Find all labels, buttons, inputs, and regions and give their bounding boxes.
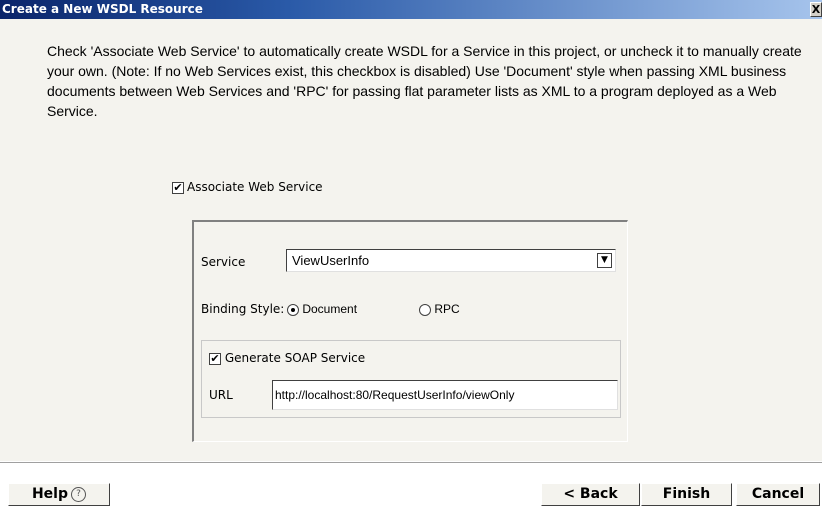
finish-button[interactable]: Finish xyxy=(641,483,732,506)
button-bar-separator xyxy=(0,462,822,463)
soap-group: ✔ Generate SOAP Service URL http://local… xyxy=(201,340,621,418)
generate-soap-label: Generate SOAP Service xyxy=(224,351,366,365)
generate-soap-checkbox[interactable]: ✔ Generate SOAP Service xyxy=(209,351,365,365)
dialog-body: Check 'Associate Web Service' to automat… xyxy=(0,19,822,461)
associate-web-service-label: Associate Web Service xyxy=(187,180,323,194)
back-button[interactable]: < Back xyxy=(541,483,640,506)
cancel-button[interactable]: Cancel xyxy=(736,483,820,506)
url-input[interactable]: http://localhost:80/RequestUserInfo/view… xyxy=(272,380,618,410)
associate-web-service-checkbox[interactable]: ✔ Associate Web Service xyxy=(172,180,323,194)
service-select[interactable]: ViewUserInfo ▼ xyxy=(286,249,616,272)
url-input-value: http://localhost:80/RequestUserInfo/view… xyxy=(275,388,515,402)
window-title: Create a New WSDL Resource xyxy=(2,2,203,16)
instructions-text: Check 'Associate Web Service' to automat… xyxy=(47,43,802,119)
checkbox-check-icon: ✔ xyxy=(172,180,184,194)
radio-document-icon xyxy=(287,303,299,316)
service-label: Service xyxy=(201,255,246,269)
title-bar: Create a New WSDL Resource X xyxy=(0,0,822,19)
close-icon[interactable]: X xyxy=(810,2,822,17)
help-circle-icon: ? xyxy=(71,486,87,502)
chevron-down-icon[interactable]: ▼ xyxy=(597,253,612,268)
radio-rpc[interactable]: RPC xyxy=(419,302,460,316)
help-button[interactable]: Help? xyxy=(8,483,110,506)
checkbox-check-icon: ✔ xyxy=(209,351,221,365)
service-select-value: ViewUserInfo xyxy=(292,253,370,268)
binding-style-label: Binding Style: xyxy=(201,302,285,316)
radio-document[interactable]: Document xyxy=(287,302,357,316)
service-options-panel: Service ViewUserInfo ▼ Binding Style: Do… xyxy=(192,220,628,442)
url-label: URL xyxy=(209,388,233,402)
radio-document-label: Document xyxy=(302,302,358,316)
radio-rpc-icon xyxy=(419,303,431,316)
radio-rpc-label: RPC xyxy=(434,302,460,316)
help-button-label: Help xyxy=(31,486,69,502)
